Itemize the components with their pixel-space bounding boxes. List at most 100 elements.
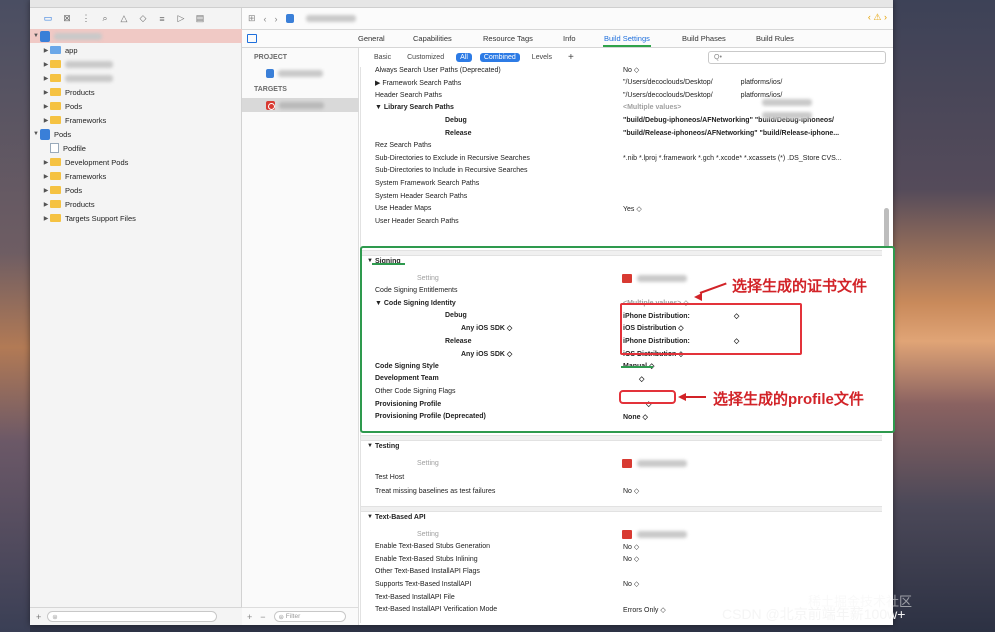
setting-value[interactable]: Errors Only ◇ [623,606,666,614]
setting-row[interactable]: Setting [361,457,882,469]
setting-value[interactable]: No ◇ [623,66,639,74]
navigator-item[interactable]: ▶ Pods [30,99,242,113]
navigator-item[interactable]: ▶ Products [30,197,242,211]
setting-row[interactable]: Text-Based InstallAPI File [361,591,882,603]
back-icon[interactable]: ‹ [264,14,267,24]
setting-row[interactable]: Enable Text-Based Stubs Generation No ◇ [361,541,882,553]
tab-build-phases[interactable]: Build Phases [682,34,726,43]
navigator-filter[interactable]: ⊜ [47,611,218,622]
tab-resource-tags[interactable]: Resource Tags [483,34,533,43]
setting-row[interactable]: Treat missing baselines as test failures… [361,485,882,497]
warning-icon[interactable]: △ [118,13,130,24]
tab-info[interactable]: Info [563,34,576,43]
filter-all[interactable]: All [456,52,472,62]
setting-row[interactable]: Setting [361,528,882,540]
setting-value[interactable]: No ◇ [623,543,639,551]
disclosure-icon[interactable]: ▶ [42,173,50,180]
filter-levels[interactable]: Levels [528,53,556,62]
disclosure-icon[interactable]: ▶ [42,117,50,124]
section-header[interactable]: ▼ Text-Based API [361,514,882,526]
setting-row[interactable]: Sub-Directories to Include in Recursive … [361,165,882,177]
report-icon[interactable]: ▤ [194,13,206,24]
test-icon[interactable]: ◇ [137,13,149,24]
navigator-item[interactable]: ▶ Targets Support Files [30,211,242,225]
disclosure-icon[interactable]: ▼ [367,443,373,449]
setting-row[interactable]: User Header Search Paths [361,215,882,227]
disclosure-icon[interactable]: ▼ [367,514,373,520]
settings-search-input[interactable]: Q• [708,51,886,64]
setting-value[interactable]: "/Users/decoclouds/Desktop/ platforms/io… [623,92,782,99]
navigator-item[interactable]: ▶ Pods [30,183,242,197]
setting-value[interactable]: No ◇ [623,580,639,588]
setting-row[interactable]: Rez Search Paths [361,140,882,152]
symbol-icon[interactable]: ⋮ [80,13,92,24]
disclosure-icon[interactable]: ▼ [32,131,40,137]
setting-row[interactable]: Sub-Directories to Exclude in Recursive … [361,152,882,164]
remove-target-button[interactable]: − [260,612,265,622]
tab-build-settings[interactable]: Build Settings [603,34,651,47]
disclosure-icon[interactable]: ▶ [42,215,50,222]
disclosure-icon[interactable]: ▶ [42,103,50,110]
navigator-item[interactable]: ▶ Development Pods [30,155,242,169]
setting-row[interactable]: ▶ Framework Search Paths "/Users/decoclou… [361,77,882,89]
filter-combined[interactable]: Combined [479,52,520,62]
navigator-item[interactable]: ▶ [30,71,242,85]
forward-icon[interactable]: › [275,14,278,24]
navigator-item[interactable]: Podfile [30,141,242,155]
navigator-item[interactable]: ▶ Products [30,85,242,99]
source-control-icon[interactable]: ⊠ [61,13,73,24]
target-item[interactable] [242,98,359,112]
jump-bar-project[interactable] [305,15,356,22]
targets-filter[interactable]: ⊜ Filter [273,611,346,622]
tab-build-rules[interactable]: Build Rules [756,34,794,43]
setting-row[interactable]: Supports Text-Based InstallAPI No ◇ [361,578,882,590]
setting-value[interactable]: <Multiple values> [623,104,681,111]
warning-icon[interactable]: ‹ ⚠ › [868,12,887,23]
tab-capabilities[interactable]: Capabilities [413,34,452,43]
section-header[interactable]: ▼ Testing [361,443,882,455]
setting-value[interactable]: "build/Release-iphoneos/AFNetworking" "b… [623,130,839,137]
tab-general[interactable]: General [358,34,385,43]
add-file-button[interactable]: + [36,612,41,622]
disclosure-icon[interactable]: ▼ [32,33,40,39]
setting-row[interactable]: Always Search User Paths (Deprecated) No … [361,64,882,76]
disclosure-icon[interactable]: ▶ [42,159,50,166]
setting-row[interactable]: Release "build/Release-iphoneos/AFNetwork… [361,127,882,139]
setting-row[interactable]: Other Text-Based InstallAPI Flags [361,566,882,578]
project-item[interactable] [242,66,359,80]
setting-value[interactable]: *.nib *.lproj *.framework *.gch *.xcode*… [623,155,842,162]
scrollbar[interactable] [884,208,889,248]
setting-row[interactable]: Use Header Maps Yes ◇ [361,203,882,215]
setting-value[interactable]: Yes ◇ [623,205,642,213]
setting-value[interactable]: "/Users/decoclouds/Desktop/ platforms/io… [623,79,782,86]
setting-row[interactable]: System Header Search Paths [361,190,882,202]
setting-row[interactable]: Enable Text-Based Stubs Inlining No ◇ [361,553,882,565]
disclosure-icon[interactable]: ▶ [42,187,50,194]
disclosure-icon[interactable]: ▶ [42,75,50,82]
navigator-item[interactable]: ▼ Pods [30,127,242,141]
setting-row[interactable]: System Framework Search Paths [361,177,882,189]
add-target-button[interactable]: + [247,612,252,622]
filter-customized[interactable]: Customized [403,53,448,62]
breakpoint-icon[interactable]: ▷ [175,13,187,24]
disclosure-icon[interactable]: ▶ [42,89,50,96]
navigator-item[interactable]: ▶ [30,57,242,71]
filter-basic[interactable]: Basic [370,53,395,62]
setting-row[interactable]: Test Host [361,471,882,483]
navigator-item[interactable]: ▼ [30,29,242,43]
setting-value[interactable]: No ◇ [623,487,639,495]
add-setting-button[interactable]: + [564,51,578,64]
navigator-item-label: Products [65,199,95,209]
setting-value[interactable]: No ◇ [623,555,639,563]
grid-icon[interactable]: ⊞ [248,13,256,24]
disclosure-icon[interactable]: ▶ [42,61,50,68]
search-icon[interactable]: ⌕ [99,13,111,24]
sidebar-toggle-icon[interactable] [247,34,257,43]
navigator-item[interactable]: ▶ app [30,43,242,57]
disclosure-icon[interactable]: ▶ [42,201,50,208]
folder-icon[interactable]: ▭ [42,13,54,24]
disclosure-icon[interactable]: ▶ [42,47,50,54]
debug-icon[interactable]: ≡ [156,13,168,24]
navigator-item[interactable]: ▶ Frameworks [30,113,242,127]
navigator-item[interactable]: ▶ Frameworks [30,169,242,183]
